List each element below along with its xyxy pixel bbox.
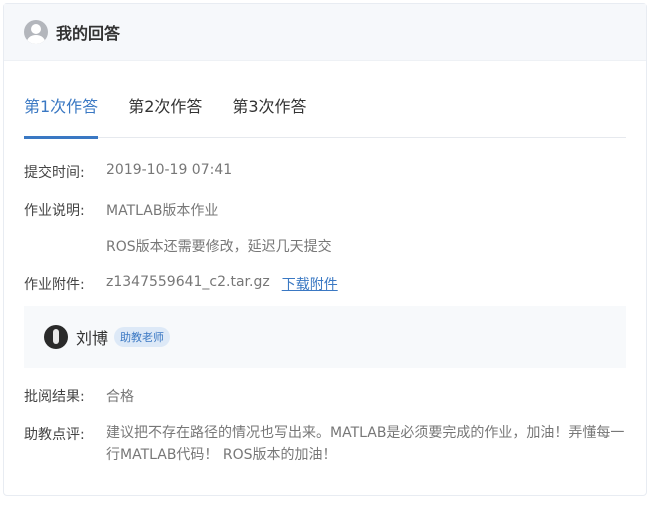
user-avatar-icon (24, 20, 48, 44)
description-row: 作业说明: MATLAB版本作业 (24, 200, 218, 220)
description-label: 作业说明: (24, 203, 85, 219)
answer-card: 我的回答 第1次作答 第2次作答 第3次作答 提交时间: 2019-10-19 … (3, 3, 647, 496)
teacher-comment-row: 助教点评: 建议把不存在路径的情况也写出来。MATLAB是必须要完成的作业，加油… (24, 424, 626, 466)
description-line-1: MATLAB版本作业 (106, 203, 219, 219)
header-title: 我的回答 (56, 24, 121, 43)
tab-attempt-3[interactable]: 第3次作答 (232, 94, 306, 138)
teacher-info: 刘博 助教老师 (24, 306, 626, 368)
download-attachment-link[interactable]: 下载附件 (282, 274, 338, 294)
review-result-value: 合格 (106, 389, 134, 405)
attachment-filename: z1347559641_c2.tar.gz (106, 274, 270, 290)
teacher-role-badge: 助教老师 (114, 327, 171, 347)
tab-attempt-2[interactable]: 第2次作答 (128, 94, 202, 138)
submit-time-row: 提交时间: 2019-10-19 07:41 (24, 162, 232, 182)
review-result-row: 批阅结果: 合格 (24, 386, 134, 406)
description-line-2: ROS版本还需要修改，延迟几天提交 (106, 239, 332, 255)
teacher-comment-value: 建议把不存在路径的情况也写出来。MATLAB是必须要完成的作业，加油！弄懂每一行… (106, 425, 625, 463)
submit-time-label: 提交时间: (24, 165, 85, 181)
review-result-label: 批阅结果: (24, 389, 85, 405)
teacher-avatar-icon (44, 325, 68, 349)
attachment-row: 作业附件: z1347559641_c2.tar.gz 下载附件 (24, 274, 338, 294)
description-row-2: ROS版本还需要修改，延迟几天提交 (24, 236, 332, 256)
teacher-comment-label: 助教点评: (24, 427, 85, 443)
submit-time-value: 2019-10-19 07:41 (106, 162, 233, 178)
card-header: 我的回答 (4, 4, 646, 61)
tab-attempt-1[interactable]: 第1次作答 (24, 94, 99, 139)
attachment-label: 作业附件: (24, 277, 85, 293)
attempt-tabs: 第1次作答 第2次作答 第3次作答 (24, 94, 626, 139)
teacher-name: 刘博 (76, 329, 109, 348)
